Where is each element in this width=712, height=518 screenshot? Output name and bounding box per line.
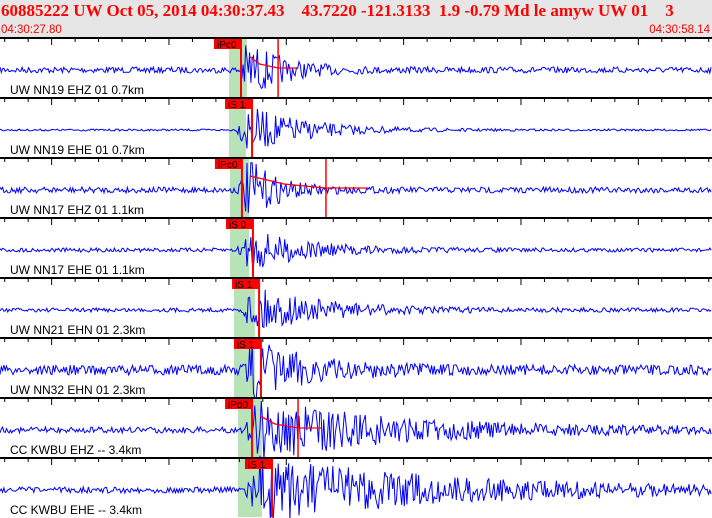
waveform <box>0 289 712 329</box>
channel-label: UW NN32 EHN 01 2.3km <box>10 383 145 397</box>
trace-row[interactable]: iS 0 UW NN17 EHE 01 1.1km <box>0 217 712 277</box>
channel-label: UW NN19 EHE 01 0.7km <box>10 143 145 157</box>
channel-label: UW NN21 EHN 01 2.3km <box>10 323 145 337</box>
pick-label: iPc0 <box>218 160 238 171</box>
pick-label: iS 1 <box>228 100 246 111</box>
trace-row[interactable]: iPd0 CC KWBU EHZ -- 3.4km <box>0 397 712 461</box>
channel-label: UW NN19 EHZ 01 0.7km <box>10 83 144 97</box>
pick-label: iS 1 <box>248 460 266 471</box>
event-header: 60885222 UW Oct 05, 2014 04:30:37.43 43.… <box>0 0 712 37</box>
channel-label: CC KWBU EHE -- 3.4km <box>10 503 142 517</box>
channel-label: UW NN17 EHE 01 1.1km <box>10 263 145 277</box>
end-time: 04:30:58.14 <box>649 24 710 36</box>
trace-row[interactable]: iPc0 UW NN19 EHZ 01 0.7km <box>0 37 712 97</box>
start-time: 04:30:27.80 <box>1 24 62 36</box>
pick-label: iPc0 <box>217 40 237 51</box>
event-title: 60885222 UW Oct 05, 2014 04:30:37.43 43.… <box>1 1 674 20</box>
channel-label: CC KWBU EHZ -- 3.4km <box>10 443 141 457</box>
waveform <box>0 45 712 90</box>
trace-row[interactable]: iS 1 CC KWBU EHE -- 3.4km <box>0 455 712 518</box>
channel-label: UW NN17 EHZ 01 1.1km <box>10 203 144 217</box>
trace-row[interactable]: iS 1 UW NN32 EHN 01 2.3km <box>0 337 712 402</box>
coda-fit <box>249 175 368 189</box>
trace-row[interactable]: iPc0 UW NN17 EHZ 01 1.1km <box>0 157 712 217</box>
pick-label: iS 1 <box>237 340 255 351</box>
trace-row[interactable]: iS 1 UW NN19 EHE 01 0.7km <box>0 97 712 157</box>
waveform <box>0 233 712 268</box>
pick-label: iPd0 <box>228 400 248 411</box>
pick-label: iS 0 <box>229 220 247 231</box>
pick-label: iS 1 <box>235 280 253 291</box>
trace-row[interactable]: iS 1 UW NN21 EHN 01 2.3km <box>0 277 712 337</box>
seismogram-panel[interactable]: iPc0 UW NN19 EHZ 01 0.7km iS 1 UW NN19 EHE … <box>0 37 712 518</box>
